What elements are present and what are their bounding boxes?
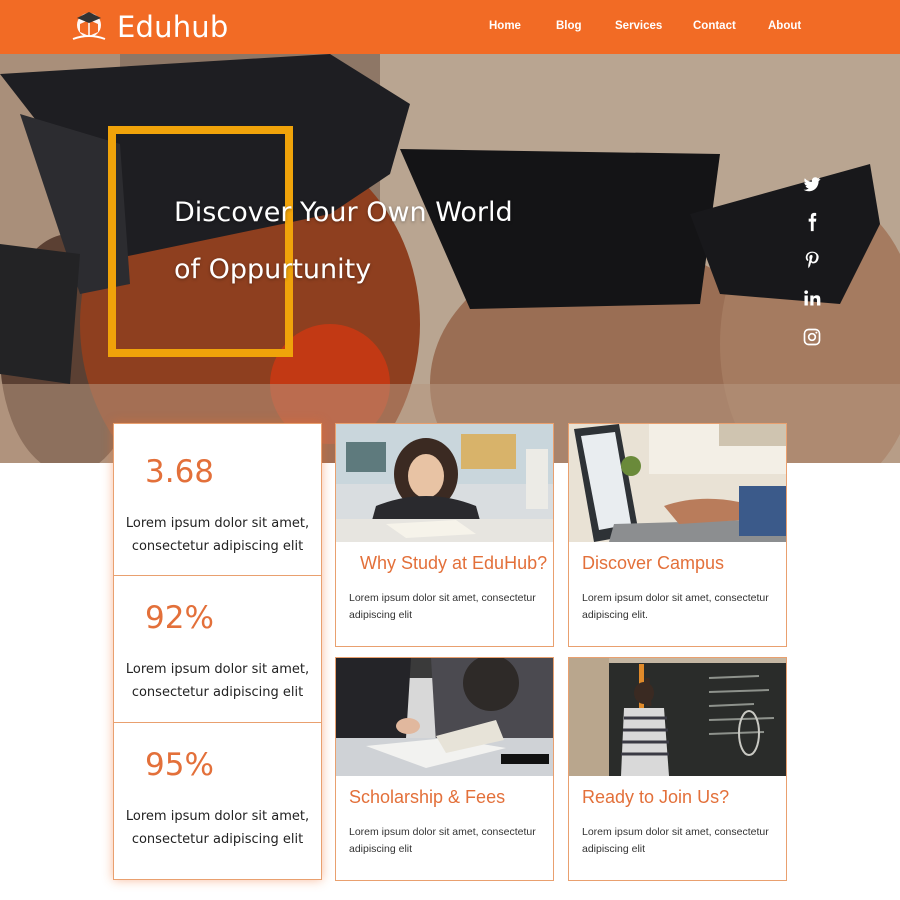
- stat-block: 92% Lorem ipsum dolor sit amet, consecte…: [114, 574, 321, 721]
- card-title[interactable]: Scholarship & Fees: [349, 787, 505, 808]
- card-description: Lorem ipsum dolor sit amet, consectetur …: [349, 592, 536, 621]
- stat-value: 95%: [145, 747, 214, 783]
- student-reading-photo: [336, 424, 553, 542]
- linkedin-icon[interactable]: [802, 288, 822, 308]
- stats-panel: 3.68 Lorem ipsum dolor sit amet, consect…: [113, 423, 322, 880]
- card-title[interactable]: Why Study at EduHub?: [360, 553, 547, 574]
- stat-description-line1: Lorem ipsum dolor sit amet,: [125, 662, 310, 677]
- hero-accent-frame: [108, 126, 293, 357]
- laptop-typing-photo: [569, 424, 786, 542]
- stat-description: Lorem ipsum dolor sit amet, consectetur …: [114, 658, 321, 704]
- card-scholarship[interactable]: Scholarship & Fees Lorem ipsum dolor sit…: [335, 657, 554, 881]
- top-navbar: Eduhub Home Blog Services Contact About: [0, 0, 900, 54]
- card-ready-to-join[interactable]: Ready to Join Us? Lorem ipsum dolor sit …: [568, 657, 787, 881]
- facebook-icon[interactable]: [802, 212, 822, 232]
- stat-description-line1: Lorem ipsum dolor sit amet,: [125, 809, 310, 824]
- stat-value: 3.68: [145, 454, 215, 490]
- students-studying-photo: [336, 658, 553, 776]
- book-hat-logo-icon[interactable]: [70, 9, 108, 45]
- stat-description-line2: consectetur adipiscing elit: [131, 539, 304, 554]
- card-description: Lorem ipsum dolor sit amet, consectetur …: [349, 826, 536, 855]
- chalkboard-student-photo: [569, 658, 786, 776]
- stat-description: Lorem ipsum dolor sit amet, consectetur …: [114, 805, 321, 851]
- brand-name[interactable]: Eduhub: [117, 10, 228, 44]
- stat-description-line1: Lorem ipsum dolor sit amet,: [125, 516, 310, 531]
- stat-block: 3.68 Lorem ipsum dolor sit amet, consect…: [114, 424, 321, 571]
- card-why-study[interactable]: Why Study at EduHub? Lorem ipsum dolor s…: [335, 423, 554, 647]
- card-discover-campus[interactable]: Discover Campus Lorem ipsum dolor sit am…: [568, 423, 787, 647]
- instagram-icon[interactable]: [802, 327, 822, 347]
- stat-block: 95% Lorem ipsum dolor sit amet, consecte…: [114, 721, 321, 868]
- stat-description-line2: consectetur adipiscing elit: [131, 685, 304, 700]
- hero-banner: Discover Your Own World of Oppurtunity: [0, 54, 900, 463]
- pinterest-icon[interactable]: [802, 250, 822, 270]
- card-description: Lorem ipsum dolor sit amet, consectetur …: [582, 592, 769, 621]
- card-title[interactable]: Discover Campus: [582, 553, 724, 574]
- card-title[interactable]: Ready to Join Us?: [582, 787, 729, 808]
- stat-value: 92%: [145, 600, 214, 636]
- hero-headline-line1: Discover Your Own World: [174, 197, 513, 228]
- card-description: Lorem ipsum dolor sit amet, consectetur …: [582, 826, 769, 855]
- twitter-icon[interactable]: [802, 174, 822, 194]
- stat-description: Lorem ipsum dolor sit amet, consectetur …: [114, 512, 321, 558]
- nav-services[interactable]: Services: [615, 20, 662, 32]
- nav-contact[interactable]: Contact: [693, 20, 736, 32]
- nav-home[interactable]: Home: [489, 20, 521, 32]
- nav-blog[interactable]: Blog: [556, 20, 582, 32]
- hero-headline-line2: of Oppurtunity: [174, 254, 372, 285]
- nav-about[interactable]: About: [768, 20, 801, 32]
- stat-description-line2: consectetur adipiscing elit: [131, 832, 304, 847]
